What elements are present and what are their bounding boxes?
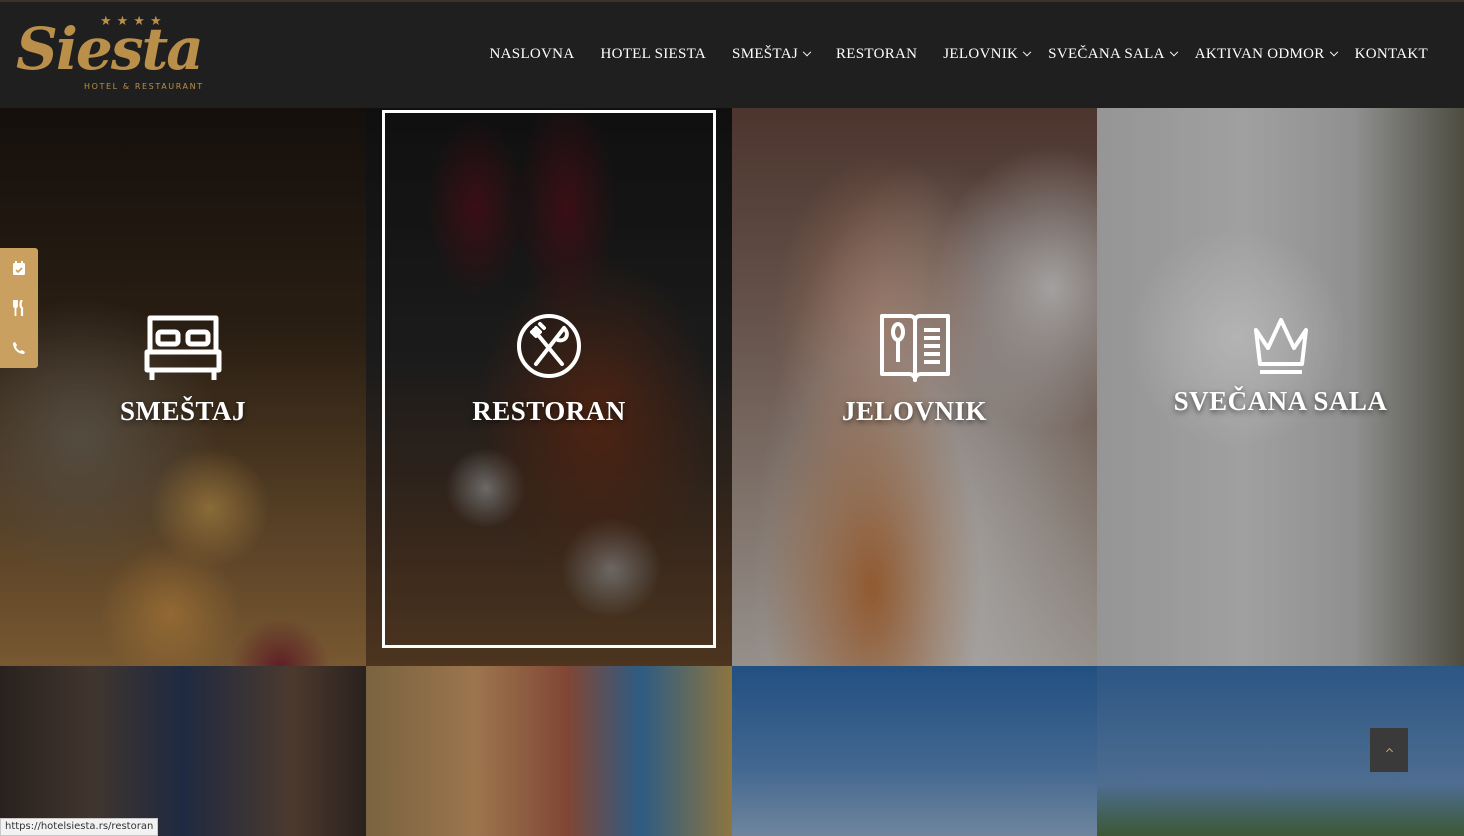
phone-icon: [13, 342, 25, 354]
tile-overlay: [0, 666, 366, 836]
tile-smestaj[interactable]: SMEŠTAJ: [0, 108, 366, 666]
nav-label: HOTEL SIESTA: [600, 46, 707, 62]
nav-item-hotel-siesta[interactable]: HOTEL SIESTA: [600, 46, 706, 63]
crown-icon: [1253, 318, 1308, 374]
restaurant-icon: [13, 300, 24, 316]
tile-label: SVEČANA SALA: [1173, 386, 1388, 416]
tile-svecana-sala[interactable]: SVEČANA SALA: [1097, 108, 1464, 666]
nav-label: RESTORAN: [835, 46, 918, 62]
tile-restoran[interactable]: RESTORAN: [366, 108, 732, 666]
tile-overlay: [1097, 666, 1464, 836]
tile-overlay: [366, 108, 732, 666]
scroll-to-top-button[interactable]: [1370, 728, 1408, 772]
nav-item-naslovna[interactable]: NASLOVNA: [490, 46, 575, 63]
siesta-logo[interactable]: ★★★★ Siesta HOTEL & RESTAURANT: [14, 12, 229, 96]
nav-item-restoran[interactable]: RESTORAN: [836, 46, 917, 63]
tile-label: RESTORAN: [472, 396, 626, 426]
tile-label: JELOVNIK: [841, 396, 988, 426]
tile-aktivan-odmor-1[interactable]: [0, 666, 366, 836]
chevron-down-icon: [1329, 47, 1338, 56]
browser-status-url: https://hotelsiesta.rs/restoran: [0, 818, 159, 836]
nav-item-jelovnik[interactable]: JELOVNIK: [943, 46, 1032, 63]
nav-item-aktivan-odmor[interactable]: AKTIVAN ODMOR: [1194, 46, 1338, 63]
nav-label: JELOVNIK: [943, 46, 1019, 62]
nav-item-smestaj[interactable]: SMEŠTAJ: [732, 46, 812, 63]
phone-button[interactable]: [0, 328, 38, 368]
nav-item-svecana-sala[interactable]: SVEČANA SALA: [1048, 46, 1178, 63]
tile-overlay: [732, 666, 1097, 836]
tile-aktivan-odmor-4[interactable]: [1097, 666, 1464, 836]
tile-overlay: [732, 108, 1097, 666]
nav-label: SMEŠTAJ: [732, 46, 798, 62]
restaurant-button[interactable]: [0, 288, 38, 328]
logo-tagline: HOTEL & RESTAURANT: [84, 82, 204, 91]
menu-book-icon: [879, 314, 950, 382]
fork-knife-icon: [517, 314, 581, 378]
bed-icon: [144, 315, 222, 380]
nav-item-kontakt[interactable]: KONTAKT: [1355, 46, 1428, 63]
nav-label: KONTAKT: [1354, 46, 1428, 62]
tile-label: SMEŠTAJ: [119, 396, 247, 426]
tile-aktivan-odmor-3[interactable]: [732, 666, 1097, 836]
tile-overlay: [366, 666, 732, 836]
tile-overlay: [0, 108, 366, 666]
quick-action-sidebar: [0, 248, 38, 368]
main-navigation: NASLOVNA HOTEL SIESTA SMEŠTAJ RESTORAN J…: [464, 46, 1428, 63]
nav-label: AKTIVAN ODMOR: [1194, 46, 1325, 62]
chevron-up-icon: [1385, 747, 1393, 756]
chevron-down-icon: [802, 47, 812, 56]
chevron-down-icon: [1022, 47, 1032, 56]
chevron-down-icon: [1169, 47, 1178, 56]
tile-jelovnik[interactable]: JELOVNIK: [732, 108, 1097, 666]
calendar-check-icon: [13, 260, 25, 275]
logo-wordmark: Siesta: [16, 15, 204, 83]
reservation-button[interactable]: [0, 248, 38, 288]
nav-label: NASLOVNA: [489, 46, 575, 62]
tile-aktivan-odmor-2[interactable]: [366, 666, 732, 836]
site-header: ★★★★ Siesta HOTEL & RESTAURANT NASLOVNA …: [0, 0, 1464, 108]
nav-label: SVEČANA SALA: [1048, 46, 1165, 62]
